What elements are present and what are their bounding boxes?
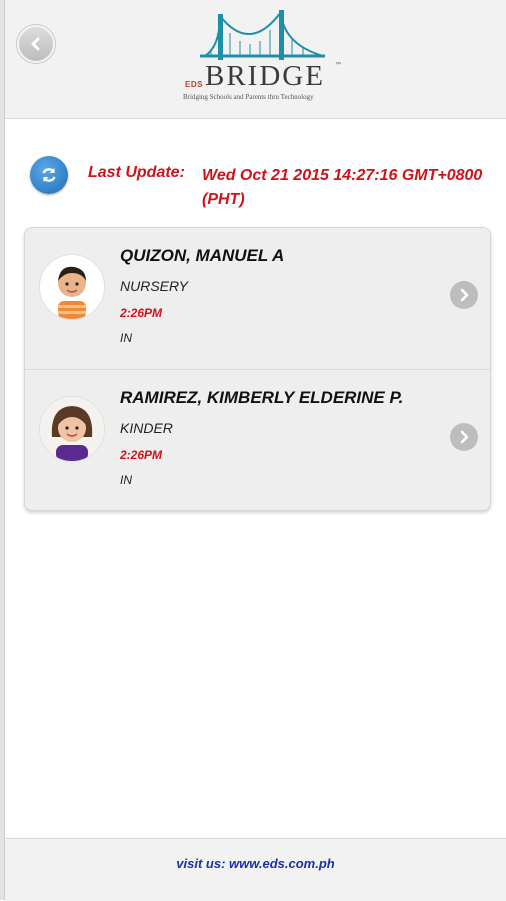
boy-avatar-icon	[40, 255, 104, 319]
refresh-button[interactable]	[30, 156, 68, 194]
bridge-icon	[200, 10, 325, 60]
student-name: RAMIREZ, KIMBERLY ELDERINE P.	[120, 388, 404, 407]
girl-avatar-icon	[40, 397, 104, 461]
last-update-row: Last Update: Wed Oct 21 2015 14:27:16 GM…	[30, 154, 500, 214]
student-name: QUIZON, MANUEL A	[120, 246, 285, 265]
brand-trademark: ™	[335, 62, 341, 68]
student-grade: NURSERY	[120, 278, 188, 294]
left-edge	[0, 0, 5, 900]
student-detail-button[interactable]	[450, 423, 478, 451]
brand-prefix: EDS	[185, 80, 203, 89]
chevron-right-icon	[460, 288, 469, 302]
chevron-right-icon	[460, 430, 469, 444]
last-update-label: Last Update:	[88, 164, 185, 181]
app-header: EDS BRIDGE ™ Bridging Schools and Parent…	[5, 0, 506, 119]
back-button[interactable]	[17, 25, 55, 63]
student-detail-button[interactable]	[450, 281, 478, 309]
brand-tagline: Bridging Schools and Parents thru Techno…	[183, 93, 314, 101]
refresh-icon	[42, 168, 56, 182]
app-footer: visit us: www.eds.com.ph	[5, 838, 506, 901]
student-time: 2:26PM	[120, 448, 163, 462]
student-time: 2:26PM	[120, 306, 163, 320]
chevron-left-icon	[31, 37, 40, 51]
student-grade: KINDER	[120, 420, 173, 436]
student-item[interactable]: QUIZON, MANUEL A NURSERY 2:26PM IN	[25, 228, 490, 369]
student-status: IN	[120, 331, 132, 345]
brand-name: BRIDGE	[205, 60, 325, 92]
student-item[interactable]: RAMIREZ, KIMBERLY ELDERINE P. KINDER 2:2…	[25, 369, 490, 510]
eds-bridge-logo: EDS BRIDGE ™ Bridging Schools and Parent…	[175, 8, 345, 106]
student-avatar	[39, 254, 105, 320]
last-update-value: Wed Oct 21 2015 14:27:16 GMT+0800 (PHT)	[202, 167, 483, 208]
student-avatar	[39, 396, 105, 462]
website-link[interactable]: visit us: www.eds.com.ph	[5, 856, 506, 871]
student-status: IN	[120, 473, 132, 487]
student-list: QUIZON, MANUEL A NURSERY 2:26PM IN RAMIR…	[24, 227, 491, 511]
